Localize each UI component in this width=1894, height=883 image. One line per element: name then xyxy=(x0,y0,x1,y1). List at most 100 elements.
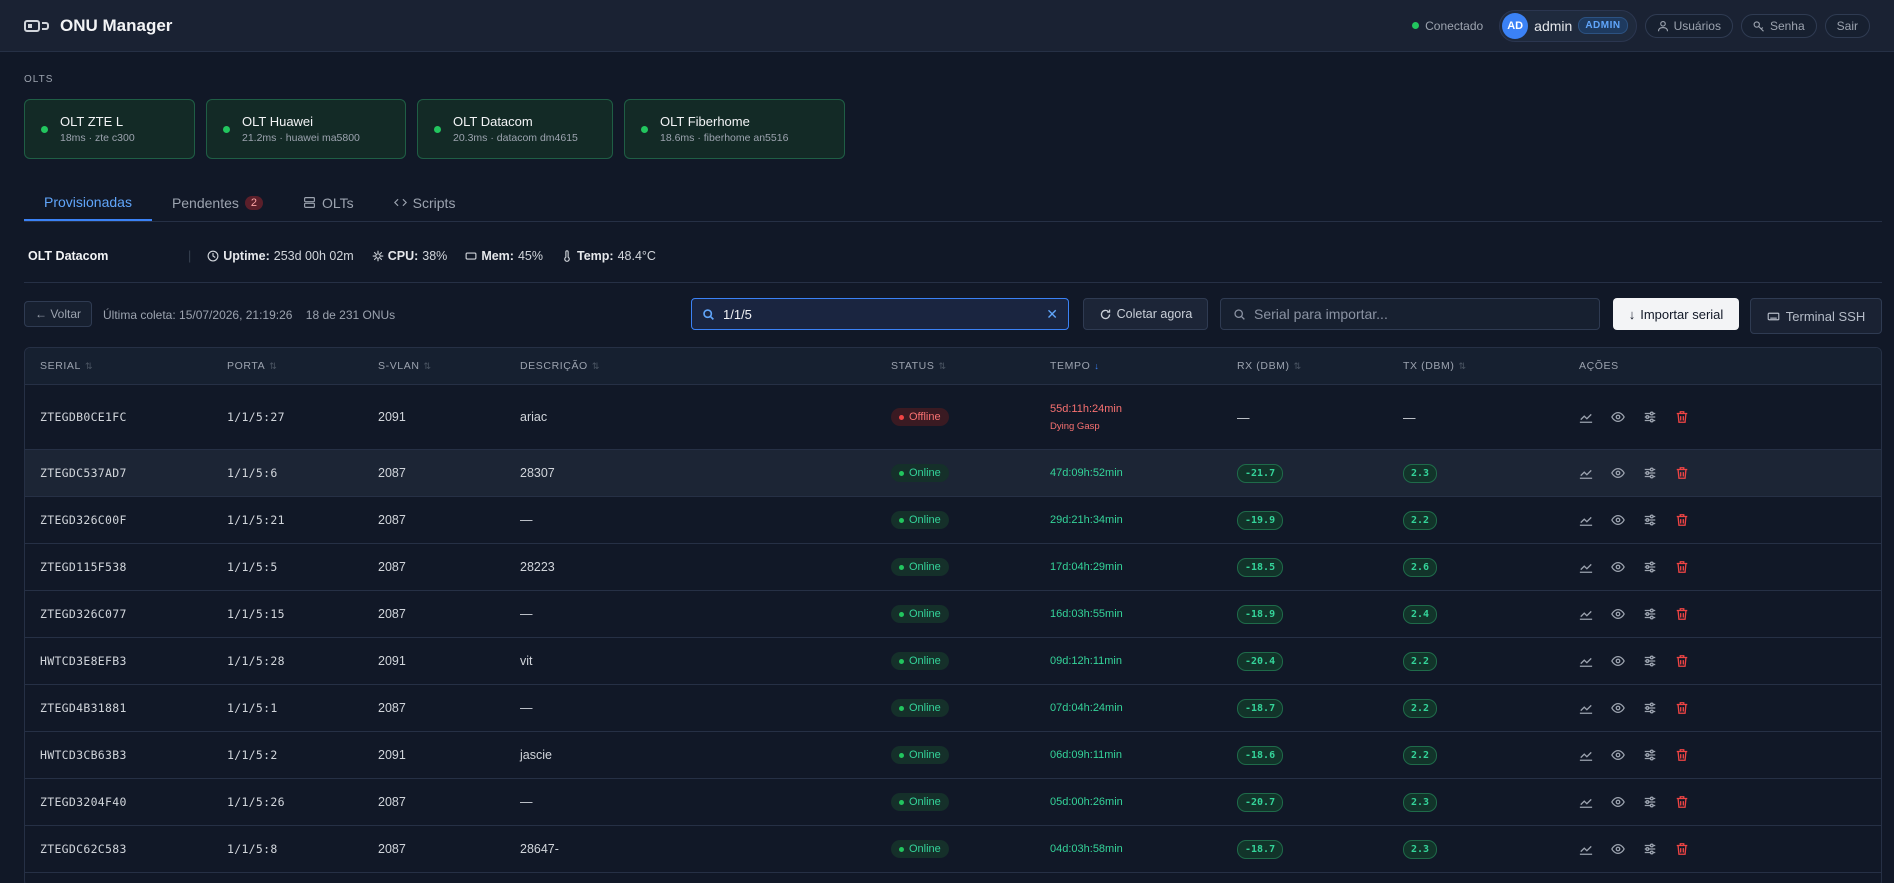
settings-sliders-icon[interactable] xyxy=(1643,748,1657,762)
chart-icon[interactable] xyxy=(1579,842,1593,856)
memory-icon xyxy=(465,252,477,260)
tab-pendentes[interactable]: Pendentes 2 xyxy=(152,184,283,221)
table-row[interactable]: ZTEGDC537AD7 1/1/5:6 2087 28307 Online 4… xyxy=(25,450,1881,497)
clear-search-icon[interactable]: ✕ xyxy=(1046,306,1058,323)
delete-icon[interactable] xyxy=(1675,560,1689,574)
delete-icon[interactable] xyxy=(1675,466,1689,480)
back-button[interactable]: ← Voltar xyxy=(24,301,93,327)
status-badge: Online xyxy=(891,840,949,859)
status-cell: Offline xyxy=(891,408,1050,427)
logout-button[interactable]: Sair xyxy=(1824,13,1870,38)
view-icon[interactable] xyxy=(1611,842,1625,856)
chart-icon[interactable] xyxy=(1579,607,1593,621)
uptime-value: 17d:04h:29min xyxy=(1050,561,1123,573)
collect-now-button[interactable]: Coletar agora xyxy=(1083,298,1208,330)
chart-icon[interactable] xyxy=(1579,560,1593,574)
settings-sliders-icon[interactable] xyxy=(1643,410,1657,424)
chart-icon[interactable] xyxy=(1579,654,1593,668)
olt-card-datacom[interactable]: OLT Datacom 20.3ms · datacom dm4615 xyxy=(417,99,613,159)
online-dot-icon xyxy=(899,564,904,570)
view-icon[interactable] xyxy=(1611,607,1625,621)
view-icon[interactable] xyxy=(1611,654,1625,668)
view-icon[interactable] xyxy=(1611,748,1625,762)
chart-icon[interactable] xyxy=(1579,795,1593,809)
table-row[interactable]: ZTEGDC62C583 1/1/5:8 2087 28647- Online … xyxy=(25,826,1881,873)
header-status[interactable]: STATUS ⇅ xyxy=(891,360,1050,372)
chart-icon[interactable] xyxy=(1579,466,1593,480)
view-icon[interactable] xyxy=(1611,513,1625,527)
password-button[interactable]: Senha xyxy=(1740,13,1817,38)
settings-sliders-icon[interactable] xyxy=(1643,795,1657,809)
settings-sliders-icon[interactable] xyxy=(1643,513,1657,527)
tx-badge: 2.2 xyxy=(1403,651,1438,671)
view-icon[interactable] xyxy=(1611,701,1625,715)
header-porta[interactable]: PORTA ⇅ xyxy=(227,360,378,372)
table-row[interactable]: ZTEGDB0CE1FC 1/1/5:27 2091 ariac Offline… xyxy=(25,385,1881,450)
header-rx[interactable]: RX (DBM) ⇅ xyxy=(1237,360,1403,372)
svlan-cell: 2087 xyxy=(378,795,406,809)
view-icon[interactable] xyxy=(1611,560,1625,574)
selected-olt-name: OLT Datacom xyxy=(28,249,109,263)
delete-icon[interactable] xyxy=(1675,410,1689,424)
delete-icon[interactable] xyxy=(1675,701,1689,715)
view-icon[interactable] xyxy=(1611,410,1625,424)
chart-icon[interactable] xyxy=(1579,748,1593,762)
delete-icon[interactable] xyxy=(1675,842,1689,856)
header-tempo[interactable]: TEMPO ↓ xyxy=(1050,360,1237,372)
settings-sliders-icon[interactable] xyxy=(1643,654,1657,668)
header-serial[interactable]: SERIAL ⇅ xyxy=(25,360,227,372)
port-cell: 1/1/5:5 xyxy=(227,560,278,574)
olt-card-fiberhome[interactable]: OLT Fiberhome 18.6ms · fiberhome an5516 xyxy=(624,99,845,159)
terminal-ssh-button[interactable]: Terminal SSH xyxy=(1750,298,1882,334)
olt-card-latency: 20.3ms · datacom dm4615 xyxy=(453,132,578,144)
actions-cell xyxy=(1569,466,1869,480)
olt-card-huawei[interactable]: OLT Huawei 21.2ms · huawei ma5800 xyxy=(206,99,406,159)
rx-cell: -18.7 xyxy=(1237,839,1403,859)
settings-sliders-icon[interactable] xyxy=(1643,560,1657,574)
search-input[interactable]: 1/1/5 ✕ xyxy=(691,298,1069,330)
delete-icon[interactable] xyxy=(1675,513,1689,527)
olt-card-zte[interactable]: OLT ZTE L 18ms · zte c300 xyxy=(24,99,195,159)
tab-olts[interactable]: OLTs xyxy=(283,184,374,221)
settings-sliders-icon[interactable] xyxy=(1643,701,1657,715)
actions-cell xyxy=(1569,701,1869,715)
connection-status: Conectado xyxy=(1412,19,1483,33)
chart-icon[interactable] xyxy=(1579,701,1593,715)
settings-sliders-icon[interactable] xyxy=(1643,842,1657,856)
serial-import-input[interactable]: Serial para importar... xyxy=(1220,298,1600,330)
online-dot-icon xyxy=(899,752,904,758)
port-cell: 1/1/5:1 xyxy=(227,701,278,715)
rx-badge: -21.7 xyxy=(1237,463,1284,483)
delete-icon[interactable] xyxy=(1675,654,1689,668)
download-arrow-icon: ↓ xyxy=(1628,306,1636,322)
view-icon[interactable] xyxy=(1611,795,1625,809)
header-descricao[interactable]: DESCRIÇÃO ⇅ xyxy=(520,360,891,372)
tx-cell: 2.2 xyxy=(1403,745,1569,765)
table-row[interactable]: HWTCD3CB63B3 1/1/5:2 2091 jascie Online … xyxy=(25,732,1881,779)
header-svlan[interactable]: S-VLAN ⇅ xyxy=(378,360,520,372)
status-cell: Online xyxy=(891,699,1050,718)
delete-icon[interactable] xyxy=(1675,748,1689,762)
svlan-cell: 2087 xyxy=(378,701,406,715)
table-row[interactable]: ZTEGD4B31881 1/1/5:1 2087 — Online 07d:0… xyxy=(25,685,1881,732)
delete-icon[interactable] xyxy=(1675,607,1689,621)
table-row[interactable]: HWTCD3E8EFB3 1/1/5:28 2091 vit Online 09… xyxy=(25,638,1881,685)
uptime-value: 04d:03h:58min xyxy=(1050,843,1123,855)
settings-sliders-icon[interactable] xyxy=(1643,607,1657,621)
table-row[interactable]: ZTEGD3204F40 1/1/5:26 2087 — Online 05d:… xyxy=(25,779,1881,826)
table-row[interactable]: ZTEGD115F538 1/1/5:5 2087 28223 Online 1… xyxy=(25,544,1881,591)
keyboard-icon xyxy=(1767,312,1780,320)
settings-sliders-icon[interactable] xyxy=(1643,466,1657,480)
delete-icon[interactable] xyxy=(1675,795,1689,809)
import-serial-button[interactable]: ↓ Importar serial xyxy=(1613,298,1739,330)
table-row[interactable]: ZTEGD326C00F 1/1/5:21 2087 — Online 29d:… xyxy=(25,497,1881,544)
tempo-cell: 05d:00h:26min xyxy=(1050,796,1237,808)
tab-provisionadas[interactable]: Provisionadas xyxy=(24,184,152,221)
tab-scripts[interactable]: Scripts xyxy=(374,184,476,221)
header-tx[interactable]: TX (DBM) ⇅ xyxy=(1403,360,1569,372)
table-row[interactable]: ZTEGD326C077 1/1/5:15 2087 — Online 16d:… xyxy=(25,591,1881,638)
chart-icon[interactable] xyxy=(1579,410,1593,424)
chart-icon[interactable] xyxy=(1579,513,1593,527)
users-button[interactable]: Usuários xyxy=(1644,13,1733,38)
view-icon[interactable] xyxy=(1611,466,1625,480)
